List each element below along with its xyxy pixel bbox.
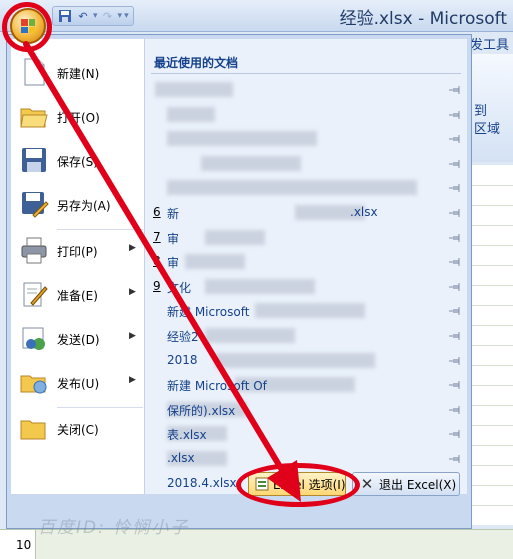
watermark: 百度ID: 怜悯小子 [38, 518, 190, 538]
row-header[interactable]: 10 [0, 530, 36, 559]
row-number: 10 [16, 538, 32, 552]
annotation-arrow [23, 41, 301, 502]
